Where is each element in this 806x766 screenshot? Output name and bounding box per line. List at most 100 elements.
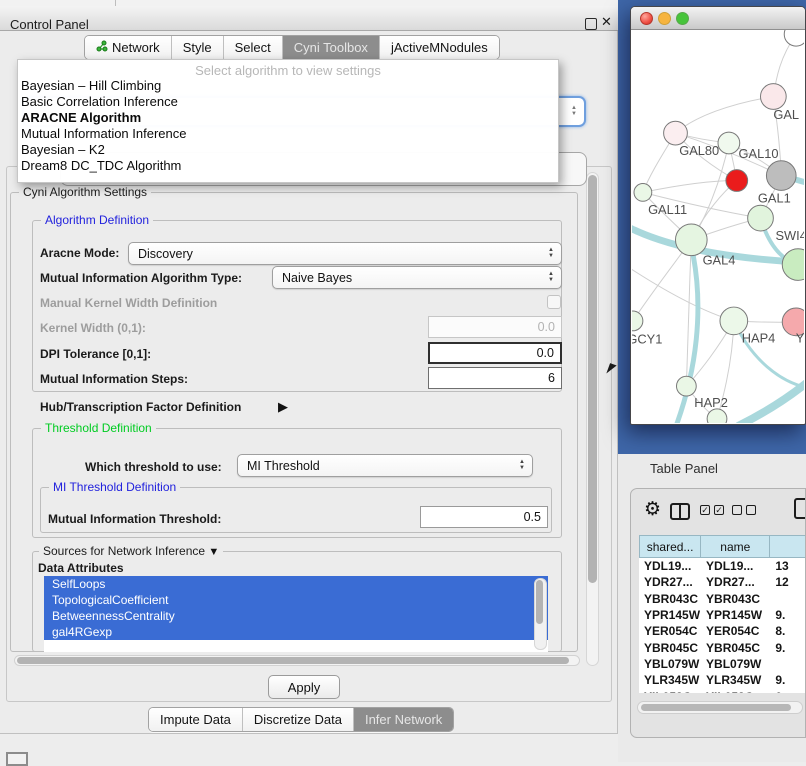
table-row[interactable]: YBR043CYBR043C: [639, 591, 806, 607]
mi-threshold-label: Mutual Information Threshold:: [48, 512, 221, 526]
network-window-titlebar[interactable]: [631, 7, 805, 30]
table-cell: 9.: [770, 641, 806, 655]
apply-button[interactable]: Apply: [268, 675, 340, 699]
algorithm-item[interactable]: Mutual Information Inference: [18, 126, 558, 142]
tab-label: Impute Data: [160, 712, 231, 727]
table-cell: YDL19...: [639, 559, 701, 573]
network-node[interactable]: [766, 161, 796, 191]
table-panel-title: Table Panel: [650, 461, 718, 476]
dropdown-placeholder: Select algorithm to view settings: [18, 63, 558, 78]
network-edge-highlighted: [739, 380, 804, 423]
close-icon[interactable]: ✕: [601, 14, 612, 30]
which-threshold-select[interactable]: MI Threshold ▲▼: [237, 454, 533, 477]
tab-impute-data[interactable]: Impute Data: [149, 708, 242, 731]
tab-style[interactable]: Style: [171, 36, 223, 59]
node-label: HAP2: [694, 395, 728, 410]
deselect-all-checks-icon[interactable]: [732, 505, 756, 515]
float-window-icon[interactable]: [585, 18, 597, 30]
attribute-list-scrollbar[interactable]: [534, 578, 547, 650]
settings-horizontal-scrollbar[interactable]: [14, 655, 580, 666]
table-row[interactable]: YDL19...YDL19...13: [639, 558, 806, 574]
settings-vertical-scrollbar[interactable]: [586, 172, 599, 666]
network-node[interactable]: [634, 184, 652, 202]
tab-label: Network: [112, 40, 160, 55]
table-cell: YBR043C: [701, 592, 770, 606]
table-row[interactable]: YLR345WYLR345W9.: [639, 672, 806, 688]
table-cell: 9.: [770, 673, 806, 687]
network-node[interactable]: [718, 132, 740, 154]
table-cell: YBR045C: [639, 641, 701, 655]
table-cell: YBL079W: [701, 657, 770, 671]
hub-section-label: Hub/Transcription Factor Definition: [40, 400, 241, 414]
attribute-item[interactable]: TopologicalCoefficient: [44, 592, 548, 608]
disclosure-right-icon[interactable]: ▶: [278, 399, 288, 415]
select-all-checks-icon[interactable]: ✓✓: [700, 505, 724, 515]
algorithm-item[interactable]: Basic Correlation Inference: [18, 94, 558, 110]
table-row[interactable]: YDR27...YDR27...12: [639, 574, 806, 590]
data-attributes-list[interactable]: SelfLoopsTopologicalCoefficientBetweenne…: [44, 576, 548, 652]
minimize-traffic-light-icon[interactable]: [658, 12, 671, 25]
tab-discretize-data[interactable]: Discretize Data: [242, 708, 353, 731]
dpi-tolerance-input[interactable]: 0.0: [428, 342, 562, 364]
network-node[interactable]: [761, 84, 787, 110]
table-row[interactable]: YER054CYER054C8.: [639, 623, 806, 639]
gear-icon[interactable]: ⚙: [644, 498, 661, 521]
tab-network[interactable]: Network: [85, 36, 171, 59]
algorithm-item[interactable]: Bayesian – Hill Climbing: [18, 78, 558, 94]
control-panel-tabs: Network Style SelectCyni ToolboxjActiveMNo…: [84, 35, 500, 60]
tab-jactivemnodules[interactable]: jActiveMNodules: [379, 36, 499, 59]
network-node[interactable]: [782, 249, 804, 281]
column-header[interactable]: [770, 535, 806, 558]
network-node[interactable]: [675, 224, 707, 256]
table-row[interactable]: YIL053CYIL053C0.: [639, 688, 806, 693]
close-traffic-light-icon[interactable]: [640, 12, 653, 25]
kernel-width-input[interactable]: 0.0: [428, 316, 562, 338]
columns-icon[interactable]: [670, 503, 690, 520]
network-node[interactable]: [748, 205, 774, 231]
tab-cyni-toolbox[interactable]: Cyni Toolbox: [282, 36, 379, 59]
table-row[interactable]: YBR045CYBR045C9.: [639, 639, 806, 655]
column-header[interactable]: name: [701, 535, 770, 558]
aracne-mode-select[interactable]: Discovery ▲▼: [128, 242, 562, 265]
attribute-item[interactable]: SelfLoops: [44, 576, 548, 592]
network-node[interactable]: [664, 121, 688, 145]
attribute-item[interactable]: gal4RGexp: [44, 624, 548, 640]
network-node[interactable]: [632, 311, 643, 331]
manual-kernel-checkbox[interactable]: [547, 295, 561, 309]
table-row[interactable]: YBL079WYBL079W: [639, 656, 806, 672]
attribute-item[interactable]: BetweennessCentrality: [44, 608, 548, 624]
algorithm-item[interactable]: Bayesian – K2: [18, 142, 558, 158]
tab-label: Discretize Data: [254, 712, 342, 727]
network-node[interactable]: [676, 376, 696, 396]
group-title: Threshold Definition: [41, 421, 156, 435]
network-edge: [643, 181, 737, 193]
group-title: Cyni Algorithm Settings: [19, 185, 151, 199]
node-label: GAL10: [739, 146, 779, 161]
node-label: SWI4: [775, 228, 804, 243]
table-row[interactable]: YPR145WYPR145W9.: [639, 607, 806, 623]
network-graph: GALGAL80GAL10GAL11GAL1SWI4GAL4GCY1HAP4YH…: [632, 30, 804, 423]
algorithm-item[interactable]: ARACNE Algorithm: [18, 110, 558, 126]
table-horizontal-scrollbar[interactable]: [637, 701, 803, 714]
network-canvas[interactable]: GALGAL80GAL10GAL11GAL1SWI4GAL4GCY1HAP4YH…: [632, 30, 804, 423]
mi-steps-input[interactable]: 6: [428, 367, 562, 389]
algorithm-item[interactable]: Dream8 DC_TDC Algorithm: [18, 158, 558, 174]
network-node[interactable]: [707, 409, 727, 423]
group-title: Sources for Network Inference ▼: [39, 544, 223, 558]
stepper-arrows-icon: ▲▼: [548, 272, 561, 283]
dpi-tolerance-label: DPI Tolerance [0,1]:: [40, 347, 151, 361]
tab-infer-network[interactable]: Infer Network: [353, 708, 453, 731]
tab-select[interactable]: Select: [223, 36, 282, 59]
network-node[interactable]: [726, 170, 748, 192]
disclosure-down-icon[interactable]: ▼: [208, 546, 219, 558]
export-table-icon[interactable]: [794, 498, 806, 519]
mi-type-select[interactable]: Naive Bayes ▲▼: [272, 266, 562, 289]
control-panel-titlebar: Control Panel ✕: [0, 6, 618, 31]
column-header[interactable]: shared...: [639, 535, 701, 558]
mi-threshold-input[interactable]: 0.5: [420, 506, 548, 528]
aracne-mode-label: Aracne Mode:: [40, 246, 119, 260]
tab-label: Style: [183, 40, 212, 55]
zoom-traffic-light-icon[interactable]: [676, 12, 689, 25]
network-view-window: GALGAL80GAL10GAL11GAL1SWI4GAL4GCY1HAP4YH…: [630, 6, 806, 425]
network-node[interactable]: [784, 30, 804, 46]
